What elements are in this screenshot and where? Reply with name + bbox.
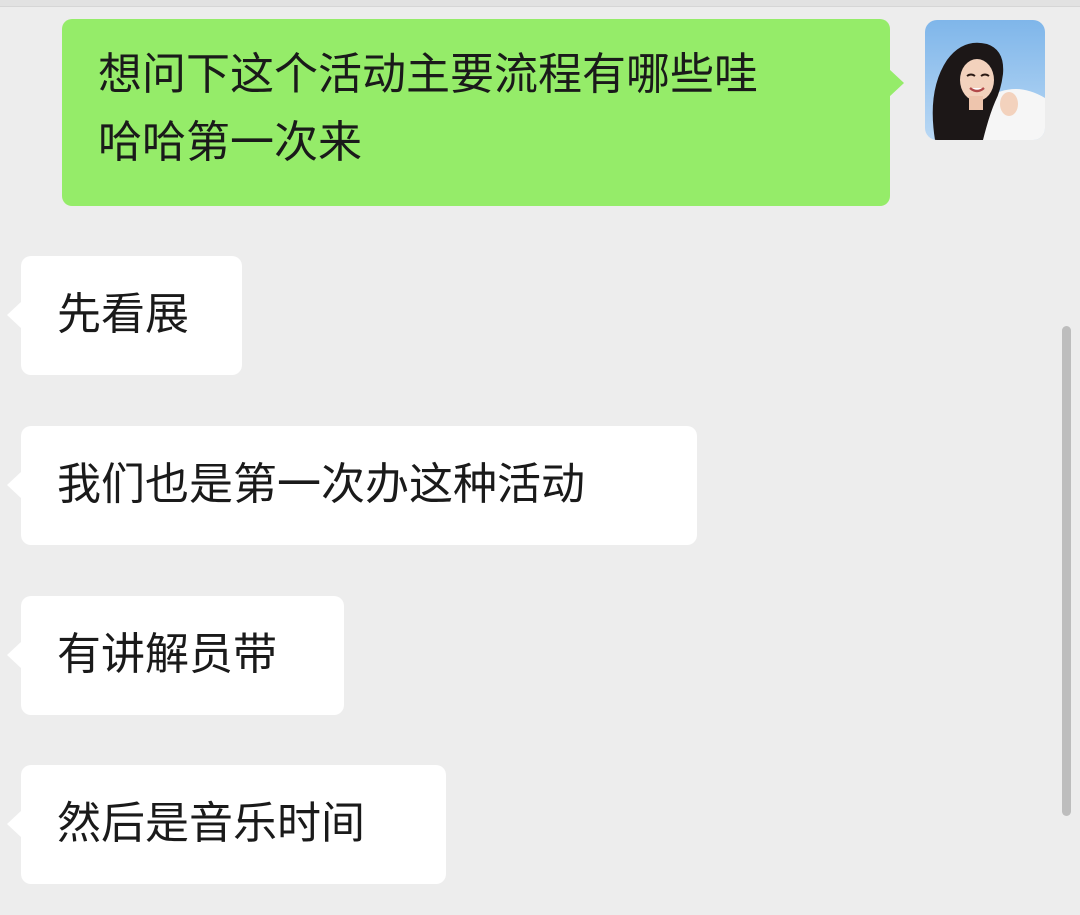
- avatar-photo-icon: [925, 20, 1045, 140]
- incoming-message-bubble[interactable]: 先看展: [7, 256, 242, 375]
- incoming-message-bubble[interactable]: 有讲解员带: [7, 596, 344, 715]
- outgoing-message-bubble[interactable]: 想问下这个活动主要流程有哪些哇 哈哈第一次来: [62, 19, 904, 206]
- incoming-message-bubble[interactable]: 然后是音乐时间: [7, 765, 446, 884]
- user-avatar[interactable]: [925, 20, 1045, 140]
- incoming-message-bubble[interactable]: 我们也是第一次办这种活动: [7, 426, 697, 545]
- chat-scrollbar[interactable]: [1062, 326, 1071, 816]
- chat-message-list[interactable]: 想问下这个活动主要流程有哪些哇 哈哈第一次来 先看展 我们也是第一次办这种活动 …: [0, 0, 1080, 915]
